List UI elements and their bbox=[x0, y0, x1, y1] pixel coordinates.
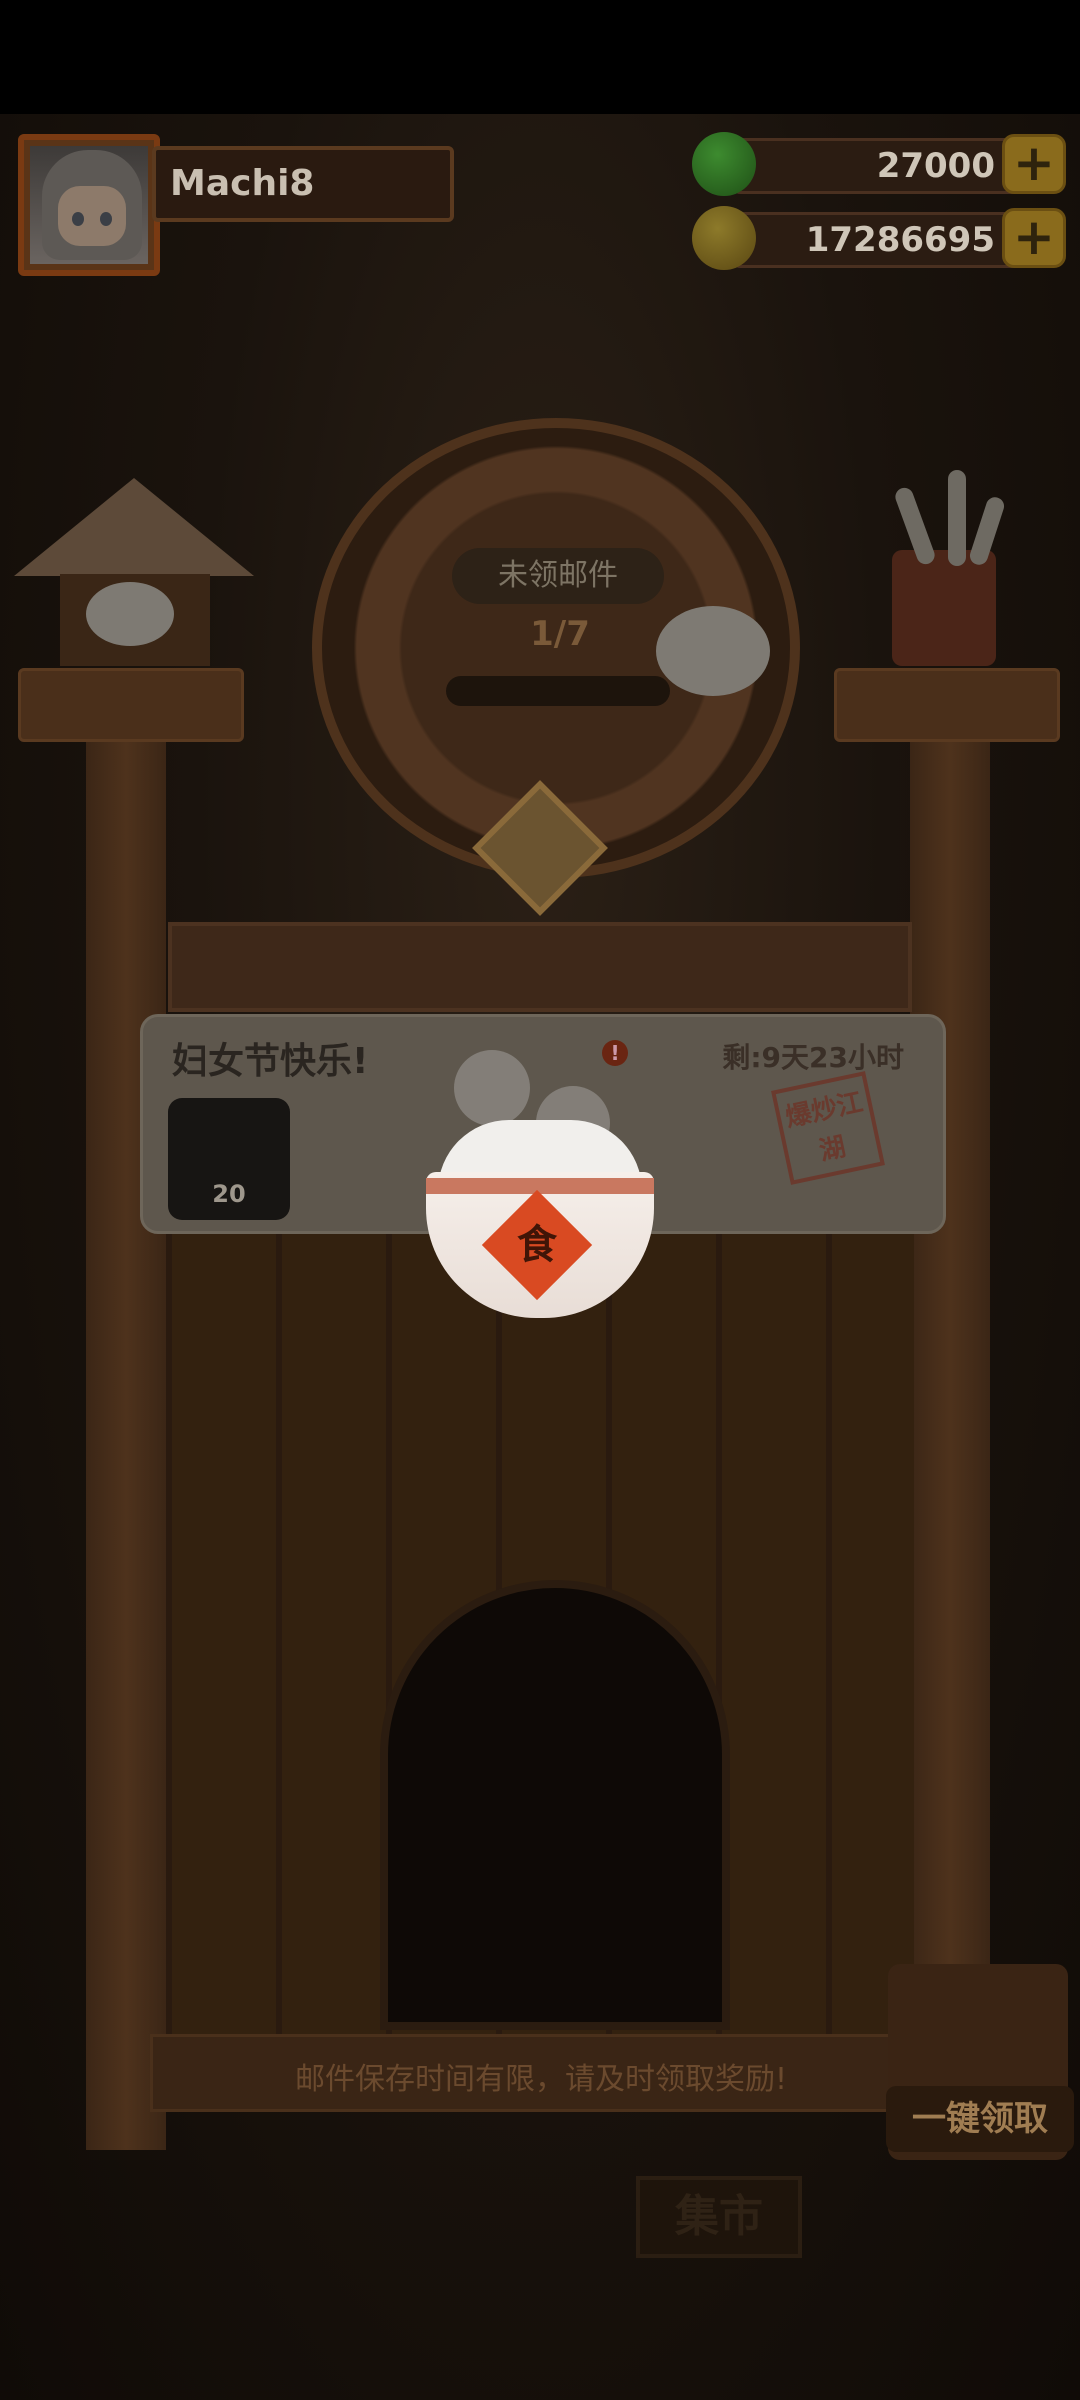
gold-resource: 17286695 + bbox=[692, 206, 1066, 270]
avatar-eye-left bbox=[72, 212, 84, 226]
warning-icon: ! bbox=[602, 1040, 628, 1066]
brush-pot bbox=[892, 550, 996, 666]
mail-title: 妇女节快乐! bbox=[172, 1041, 369, 1082]
unclaimed-mail-label: 未领邮件 bbox=[452, 548, 664, 604]
add-gold-button[interactable]: + bbox=[1002, 208, 1066, 268]
market-button[interactable]: 集市 bbox=[636, 2176, 802, 2258]
add-jade-button[interactable]: + bbox=[1002, 134, 1066, 194]
birdhouse-roof bbox=[14, 478, 254, 576]
player-name: Machi8 bbox=[152, 146, 454, 222]
gate-beam bbox=[168, 922, 912, 1012]
status-bar bbox=[0, 0, 1080, 114]
bowl-band bbox=[426, 1178, 654, 1194]
mail-time-left: 剩:9天23小时 bbox=[722, 1041, 904, 1074]
reward-item-count: 20 bbox=[212, 1180, 246, 1208]
right-pillar bbox=[910, 700, 990, 2150]
mail-stamp-logo: 爆炒江湖 bbox=[771, 1071, 885, 1185]
player-avatar[interactable] bbox=[18, 134, 160, 276]
food-seal-char: 食 bbox=[517, 1222, 557, 1268]
left-ledge bbox=[18, 668, 244, 742]
mail-expiry-notice: 邮件保存时间有限，请及时领取奖励! bbox=[294, 2062, 788, 2097]
chick-in-house bbox=[86, 582, 174, 646]
gate-archway bbox=[380, 1580, 730, 2030]
brush-2 bbox=[948, 470, 966, 566]
gold-coin-icon bbox=[692, 206, 756, 270]
claim-all-button[interactable]: 一键领取 bbox=[886, 2086, 1074, 2152]
steam-puff-1 bbox=[454, 1050, 530, 1126]
avatar-eye-right bbox=[100, 212, 112, 226]
jade-coin-icon bbox=[692, 132, 756, 196]
left-pillar bbox=[86, 700, 166, 2150]
chick-on-wheel bbox=[656, 606, 770, 696]
mail-progress-bar bbox=[446, 676, 670, 706]
jade-resource: 27000 + bbox=[692, 132, 1066, 196]
mail-progress-text: 1/7 bbox=[530, 614, 590, 654]
right-ledge bbox=[834, 668, 1060, 742]
avatar-face bbox=[58, 186, 126, 246]
